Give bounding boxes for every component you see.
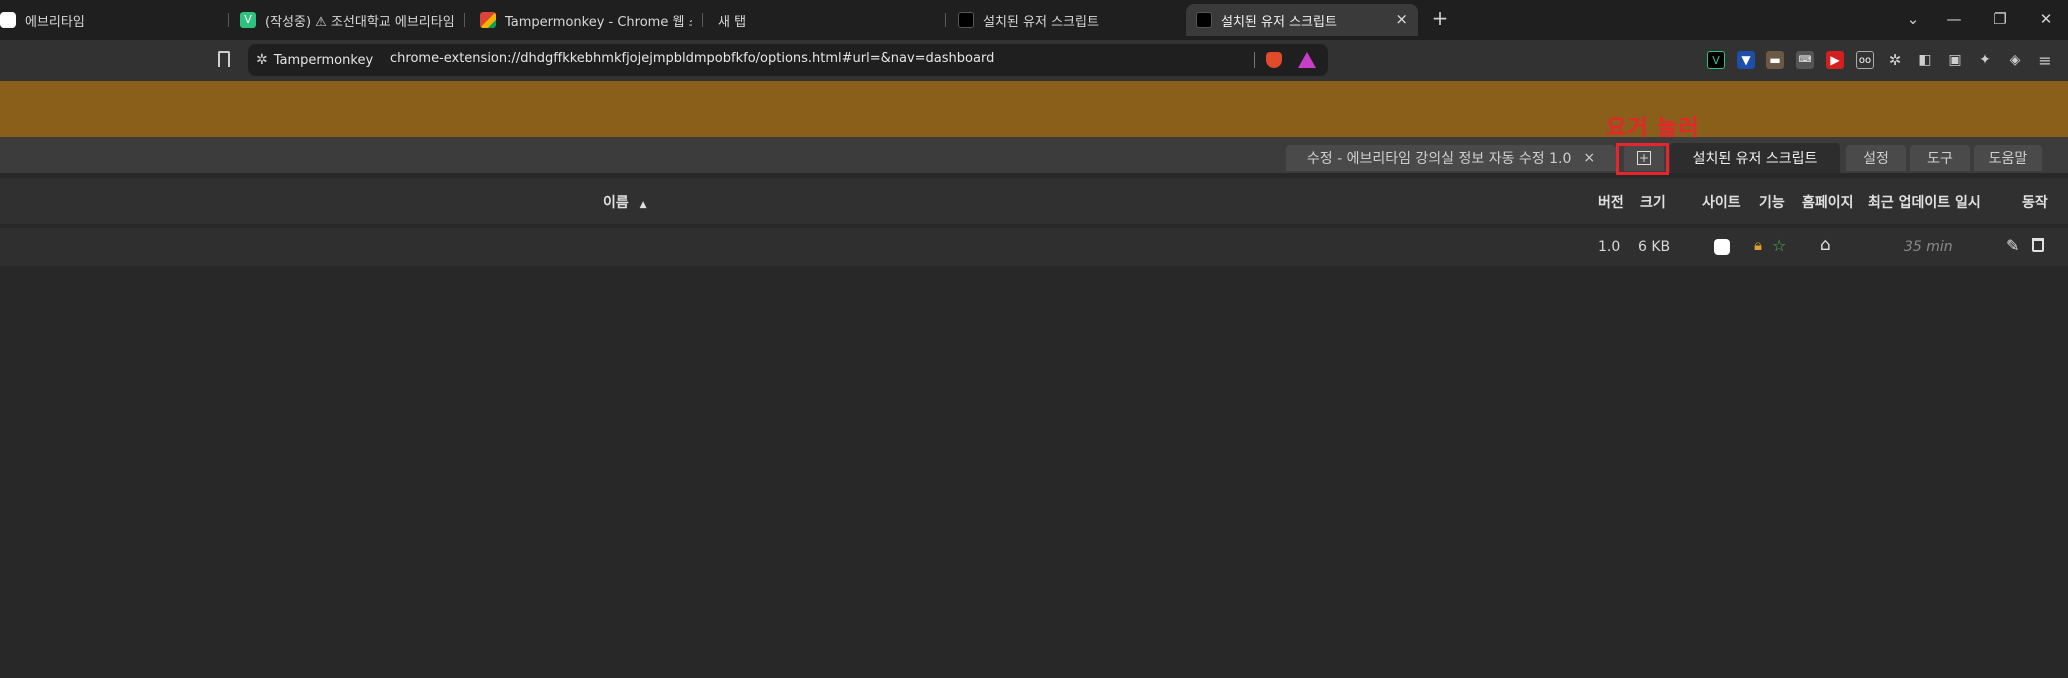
annotation-highlight-box xyxy=(1616,143,1669,175)
extension-gift-icon[interactable]: ▬ xyxy=(1766,51,1784,69)
browser-tab-installed-scripts-active[interactable]: 설치된 유저 스크립트 × xyxy=(1186,4,1418,36)
sidebar-toggle-icon[interactable]: ◧ xyxy=(1916,51,1934,69)
youtube-extension-icon[interactable]: ▶ xyxy=(1826,51,1844,69)
tab-edit-script-label: 수정 - 에브리타임 강의실 정보 자동 수정 1.0 xyxy=(1306,151,1572,167)
last-updated-value: 35 min xyxy=(1904,239,1953,255)
goggles-extension-icon[interactable]: oo xyxy=(1856,51,1874,69)
restore-icon[interactable]: ❐ xyxy=(1990,10,2010,28)
close-window-icon[interactable]: ✕ xyxy=(2036,10,2056,28)
vpn-shield-icon[interactable]: ◈ xyxy=(2006,51,2024,69)
browser-tab-webstore[interactable]: Tampermonkey - Chrome 웹 스토어 xyxy=(480,6,692,34)
site-chip-label: Tampermonkey xyxy=(273,52,374,68)
browser-tab-drafting[interactable]: V (작성중) ⚠ 조선대학교 에브리타임 xyxy=(240,6,454,34)
brave-shield-icon[interactable] xyxy=(1266,52,1282,68)
leo-ai-icon[interactable]: ✦ xyxy=(1976,51,1994,69)
browser-tab-new[interactable]: 새 탭 xyxy=(718,6,938,34)
col-size-header[interactable]: 크기 xyxy=(1640,192,1666,212)
script-size: 6 KB xyxy=(1638,239,1671,255)
tampermonkey-header-banner xyxy=(0,81,2068,137)
col-actions-header: 동작 xyxy=(2022,195,2048,211)
scripts-table-header: 이름 ▲ 버전 크기 사이트 기능 홈페이지 최근 업데이트 일시 동작 xyxy=(0,178,2068,224)
browser-toolbar: ✲ Tampermonkey chrome-extension://dhdgff… xyxy=(0,40,2068,81)
tab-separator xyxy=(702,13,703,27)
extensions-puzzle-icon[interactable]: ✲ xyxy=(1886,51,1904,69)
sort-asc-icon: ▲ xyxy=(639,200,647,210)
brave-rewards-icon[interactable] xyxy=(1298,52,1316,68)
annotation-label: 요거 눌러 xyxy=(1606,116,1700,141)
tab-search-chevron-icon[interactable]: ⌄ xyxy=(1903,10,1923,28)
chrome-webstore-icon xyxy=(480,12,496,28)
tab-help[interactable]: 도움말 xyxy=(1974,145,2042,171)
tab-title: 설치된 유저 스크립트 xyxy=(1221,14,1337,30)
trash-icon[interactable] xyxy=(2032,238,2044,252)
omnibox-divider xyxy=(1254,52,1255,68)
everytime-site-icon[interactable] xyxy=(1714,239,1730,255)
script-version: 1.0 xyxy=(1598,239,1621,255)
tab-title: 에브리타임 xyxy=(25,14,85,30)
tab-installed-scripts[interactable]: 설치된 유저 스크립트 xyxy=(1670,143,1840,173)
tab-title: Tampermonkey - Chrome 웹 스토어 xyxy=(505,14,692,30)
tab-close-button[interactable]: × xyxy=(1395,10,1408,28)
tab-separator xyxy=(464,13,465,27)
tab-tools[interactable]: 도구 xyxy=(1910,145,1970,171)
tampermonkey-icon xyxy=(1196,12,1212,28)
tab-edit-close-button[interactable]: × xyxy=(1583,150,1595,166)
browser-tab-strip: 에브리타임 V (작성중) ⚠ 조선대학교 에브리타임 Tampermonkey… xyxy=(0,0,2068,40)
wallet-icon[interactable]: ▣ xyxy=(1946,51,1964,69)
omnibox[interactable]: ✲ Tampermonkey chrome-extension://dhdgff… xyxy=(248,44,1328,76)
tab-separator xyxy=(228,13,229,27)
url-text[interactable]: chrome-extension://dhdgffkkebhmkfjojejmp… xyxy=(390,51,994,66)
new-tab-button[interactable]: + xyxy=(1430,6,1450,30)
menu-icon[interactable]: ≡ xyxy=(2036,51,2054,70)
table-row[interactable]: 1.0 6 KB 🔒︎ ☆ ⌂ 35 min ✎ xyxy=(0,228,2068,266)
col-last-updated-header[interactable]: 최근 업데이트 일시 xyxy=(1868,192,1981,212)
puzzle-icon: ✲ xyxy=(256,52,268,68)
col-name-header[interactable]: 이름 ▲ xyxy=(603,192,647,212)
extension-shield-icon[interactable]: ▼ xyxy=(1737,51,1755,69)
browser-tab-everytime[interactable]: 에브리타임 xyxy=(0,6,220,34)
minimize-icon[interactable]: — xyxy=(1944,10,1964,28)
vue-extension-icon[interactable]: V xyxy=(1707,51,1725,69)
tab-separator xyxy=(945,13,946,27)
lock-icon: 🔒︎ xyxy=(1754,236,1762,254)
tab-title: 새 탭 xyxy=(718,14,747,30)
v-app-icon: V xyxy=(240,12,256,28)
col-version-header[interactable]: 버전 xyxy=(1598,192,1624,212)
col-sites-header[interactable]: 사이트 xyxy=(1702,192,1741,212)
edit-icon[interactable]: ✎ xyxy=(2006,236,2019,255)
content-area xyxy=(0,266,2068,678)
keyboard-extension-icon[interactable]: ⌨ xyxy=(1796,51,1814,69)
col-homepage-header[interactable]: 홈페이지 xyxy=(1802,192,1854,212)
site-chip[interactable]: ✲ Tampermonkey xyxy=(256,51,374,69)
col-features-header[interactable]: 기능 xyxy=(1759,192,1785,212)
tampermonkey-tab-bar: 수정 - 에브리타임 강의실 정보 자동 수정 1.0 × + 설치된 유저 스… xyxy=(0,137,2068,173)
tab-edit-script[interactable]: 수정 - 에브리타임 강의실 정보 자동 수정 1.0 × xyxy=(1286,145,1616,171)
browser-tab-installed-scripts[interactable]: 설치된 유저 스크립트 xyxy=(958,6,1178,34)
tab-settings[interactable]: 설정 xyxy=(1846,145,1906,171)
everytime-icon xyxy=(0,12,16,28)
star-icon: ☆ xyxy=(1772,236,1787,255)
tab-title: (작성중) ⚠ 조선대학교 에브리타임 xyxy=(265,14,454,30)
tampermonkey-icon xyxy=(958,12,974,28)
home-icon[interactable]: ⌂ xyxy=(1820,235,1831,255)
tab-title: 설치된 유저 스크립트 xyxy=(983,14,1099,30)
bookmark-icon[interactable] xyxy=(218,51,230,67)
